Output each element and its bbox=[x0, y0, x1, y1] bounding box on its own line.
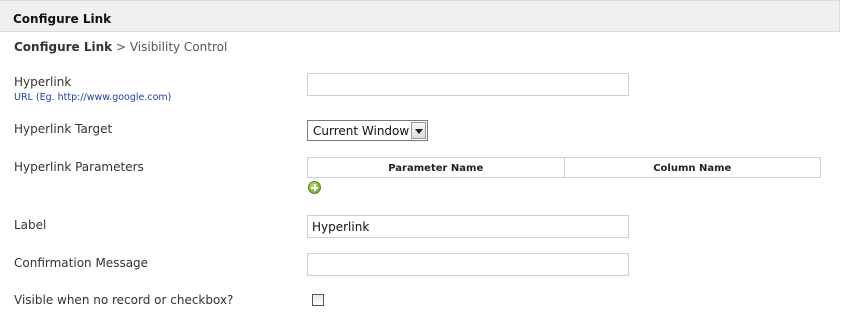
confirmation-message-input[interactable] bbox=[307, 253, 629, 276]
visible-checkbox[interactable] bbox=[312, 294, 324, 306]
hyperlink-target-select[interactable]: Current Window bbox=[307, 120, 428, 141]
hyperlink-input[interactable] bbox=[307, 73, 629, 96]
breadcrumb: Configure Link > Visibility Control bbox=[14, 40, 227, 54]
visible-checkbox-label: Visible when no record or checkbox? bbox=[14, 293, 234, 307]
breadcrumb-separator: > bbox=[112, 40, 130, 54]
column-header-column-name: Column Name bbox=[563, 158, 821, 177]
hyperlink-target-value: Current Window bbox=[313, 124, 410, 138]
breadcrumb-current: Visibility Control bbox=[129, 40, 228, 54]
parameters-table: Parameter Name Column Name bbox=[307, 157, 821, 178]
add-parameter-icon[interactable] bbox=[308, 181, 321, 194]
hyperlink-target-label: Hyperlink Target bbox=[14, 122, 113, 136]
hyperlink-parameters-label: Hyperlink Parameters bbox=[14, 160, 144, 174]
breadcrumb-root[interactable]: Configure Link bbox=[14, 40, 112, 54]
hyperlink-label: Hyperlink bbox=[14, 75, 72, 89]
dialog-header: Configure Link bbox=[0, 0, 840, 32]
hyperlink-hint: URL (Eg. http://www.google.com) bbox=[14, 92, 172, 103]
column-header-parameter-name: Parameter Name bbox=[388, 163, 484, 174]
dropdown-arrow-icon[interactable] bbox=[411, 122, 426, 139]
label-field-label: Label bbox=[14, 218, 47, 232]
confirmation-message-label: Confirmation Message bbox=[14, 256, 149, 270]
label-input[interactable] bbox=[307, 215, 629, 238]
dialog-title: Configure Link bbox=[13, 12, 112, 26]
